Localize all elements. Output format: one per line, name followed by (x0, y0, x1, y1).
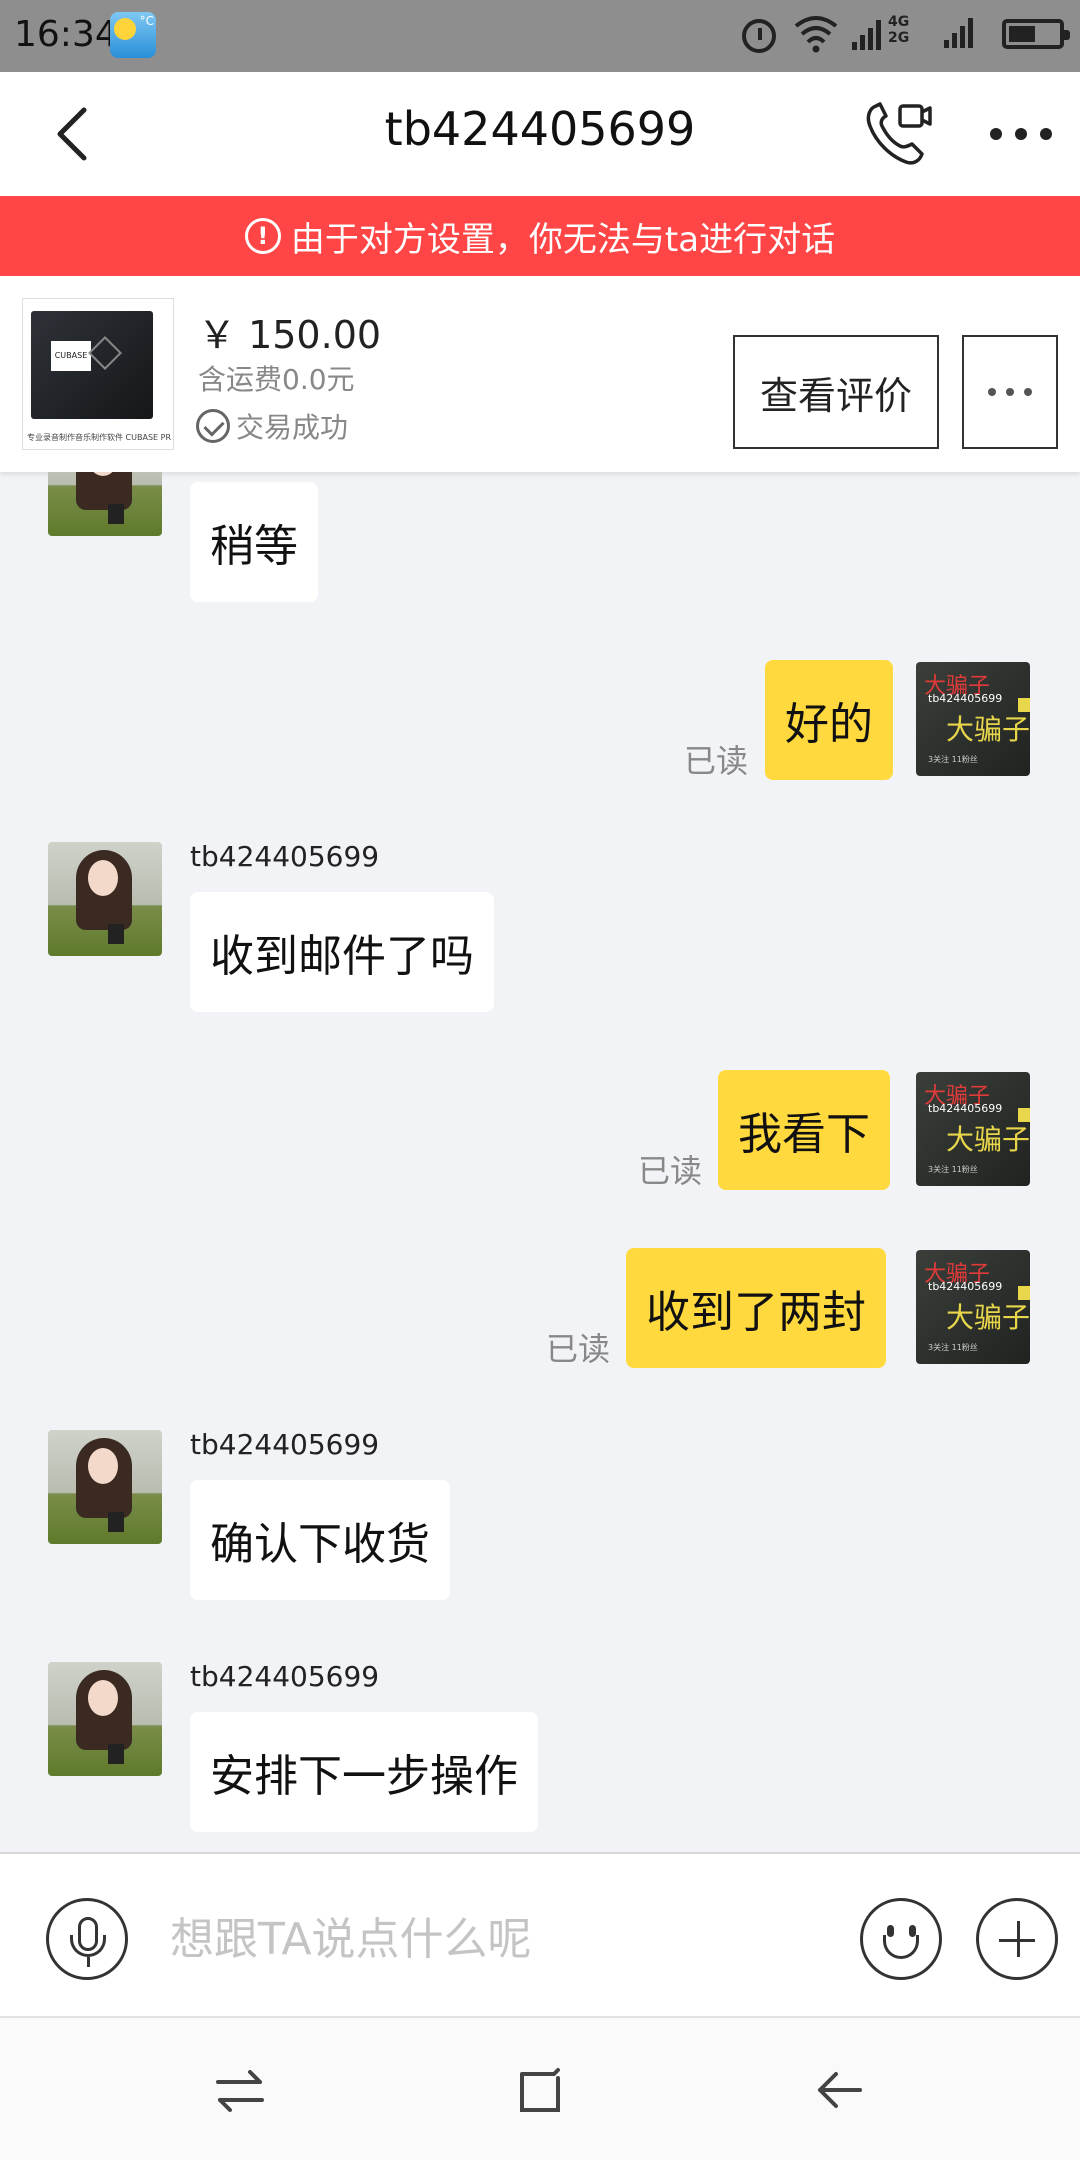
battery-icon (1002, 19, 1070, 49)
shipping-fee: 含运费0.0元 (198, 363, 355, 396)
message-bubble-incoming[interactable]: 稍等 (190, 482, 318, 602)
alarm-icon (742, 19, 776, 53)
self-avatar[interactable]: 大骗子 tb424405699 大骗子 3关注 11粉丝 (916, 662, 1030, 776)
product-more-button[interactable] (962, 335, 1058, 449)
product-price: ￥ 150.00 (198, 313, 382, 357)
restriction-banner: ! 由于对方设置，你无法与ta进行对话 (0, 196, 1080, 276)
sender-name: tb424405699 (190, 1660, 380, 1693)
product-card[interactable]: CUBASE 专业录音制作音乐制作软件 CUBASE PRO 10 ￥ 150.… (0, 276, 1080, 472)
video-call-button[interactable] (862, 98, 932, 168)
message-bubble-incoming[interactable]: 安排下一步操作 (190, 1712, 538, 1832)
sender-name: tb424405699 (190, 1428, 380, 1461)
home-square-icon (520, 2068, 560, 2112)
weather-icon: °C (110, 12, 156, 58)
product-image-caption: 专业录音制作音乐制作软件 CUBASE PRO 10 (27, 433, 171, 442)
chat-messages[interactable]: 稍等 已读 好的 大骗子 tb424405699 大骗子 3关注 11粉丝 tb… (0, 472, 1080, 1852)
wifi-icon (794, 14, 838, 54)
banner-text: 由于对方设置，你无法与ta进行对话 (290, 219, 836, 260)
contact-avatar[interactable] (48, 842, 162, 956)
message-bubble-outgoing[interactable]: 收到了两封 (626, 1248, 886, 1368)
contact-avatar[interactable] (48, 1662, 162, 1776)
message-bubble-incoming[interactable]: 确认下收货 (190, 1480, 450, 1600)
message-bubble-incoming[interactable]: 收到邮件了吗 (190, 892, 494, 1012)
system-nav-bar (0, 2016, 1080, 2160)
more-icon (990, 128, 1002, 140)
message-input-bar (0, 1852, 1080, 2016)
recent-apps-button[interactable] (210, 2060, 270, 2120)
message-bubble-outgoing[interactable]: 好的 (765, 660, 893, 780)
chat-header: tb424405699 (0, 72, 1080, 196)
sender-name: tb424405699 (190, 840, 380, 873)
signal-4g-icon: 4G 2G (852, 14, 926, 54)
product-logo: CUBASE (51, 341, 91, 371)
video-call-icon (866, 102, 932, 165)
contact-avatar[interactable] (48, 472, 162, 536)
weather-unit: °C (139, 14, 154, 28)
check-circle-icon (196, 409, 230, 443)
message-bubble-outgoing[interactable]: 我看下 (718, 1070, 890, 1190)
trade-status: 交易成功 (196, 406, 348, 446)
back-nav-button[interactable] (810, 2060, 870, 2120)
self-avatar[interactable]: 大骗子 tb424405699 大骗子 3关注 11粉丝 (916, 1072, 1030, 1186)
more-actions-button[interactable] (976, 1898, 1058, 1980)
status-icons: 4G 2G (742, 14, 1070, 54)
status-bar: 16:34 °C 4G 2G (0, 0, 1080, 72)
home-button[interactable] (510, 2060, 570, 2120)
back-nav-icon (818, 2072, 862, 2108)
more-dots-icon (988, 388, 996, 396)
trade-status-text: 交易成功 (236, 411, 349, 444)
voice-button[interactable] (46, 1898, 128, 1980)
switch-apps-icon (216, 2070, 264, 2112)
more-button[interactable] (990, 124, 1052, 144)
view-review-button[interactable]: 查看评价 (733, 335, 939, 449)
network-top-label: 4G (888, 14, 910, 30)
self-avatar[interactable]: 大骗子 tb424405699 大骗子 3关注 11粉丝 (916, 1250, 1030, 1364)
product-image[interactable]: CUBASE 专业录音制作音乐制作软件 CUBASE PRO 10 (22, 298, 174, 450)
read-receipt: 已读 (546, 1330, 611, 1368)
status-time: 16:34 (14, 14, 118, 55)
message-input[interactable] (170, 1904, 830, 1974)
network-bottom-label: 2G (888, 30, 910, 46)
exclamation-circle-icon: ! (244, 218, 281, 254)
read-receipt: 已读 (684, 742, 749, 780)
signal-icon (944, 14, 984, 54)
emoji-button[interactable] (860, 1898, 942, 1980)
contact-avatar[interactable] (48, 1430, 162, 1544)
read-receipt: 已读 (638, 1152, 703, 1190)
